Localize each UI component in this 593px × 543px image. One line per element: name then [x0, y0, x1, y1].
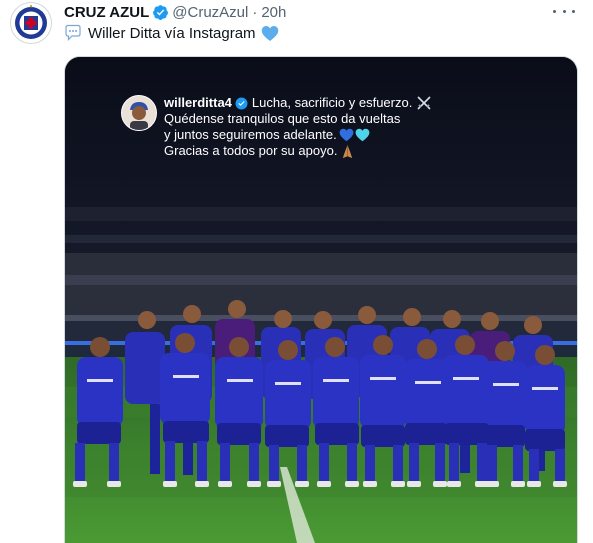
caption-line-2: Quédense tranquilos que esto da vueltas: [164, 111, 401, 126]
author-handle[interactable]: @CruzAzul: [172, 4, 248, 21]
instagram-verified-icon: [235, 97, 248, 109]
speech-balloon-icon: [65, 24, 81, 41]
tweet-media-image[interactable]: willerditta4 Lucha, sacrificio y esfuerz…: [64, 56, 578, 543]
player-avatar-icon: [122, 96, 156, 130]
caption-line-1: Lucha, sacrificio y esfuerzo.: [251, 95, 413, 110]
crossed-swords-icon: [417, 96, 431, 110]
caption-line-4: Gracias a todos por su apoyo.: [164, 143, 338, 158]
praying-hands-icon: [343, 144, 353, 158]
tweet-body: Willer Ditta vía Instagram: [88, 24, 256, 42]
blue-heart-icon: [339, 128, 354, 142]
instagram-avatar: [121, 95, 157, 131]
tweet-text: Willer Ditta vía Instagram: [64, 24, 279, 42]
tweet-timestamp[interactable]: 20h: [261, 4, 286, 21]
cruz-azul-crest-icon: [12, 4, 50, 42]
header-separator: ·: [252, 3, 258, 21]
cruz-azul-avatar[interactable]: [10, 2, 52, 44]
author-name[interactable]: CRUZ AZUL: [64, 4, 149, 21]
tweet-header: CRUZ AZUL @CruzAzul · 20h: [64, 1, 286, 23]
instagram-caption: willerditta4 Lucha, sacrificio y esfuerz…: [121, 95, 432, 159]
verified-badge-icon: [153, 4, 169, 20]
caption-line-3: y juntos seguiremos adelante.: [164, 127, 337, 142]
more-options-icon[interactable]: [553, 3, 575, 19]
instagram-username: willerditta4: [164, 95, 232, 110]
blue-heart-icon: [261, 25, 278, 41]
light-blue-heart-icon: [355, 128, 370, 142]
